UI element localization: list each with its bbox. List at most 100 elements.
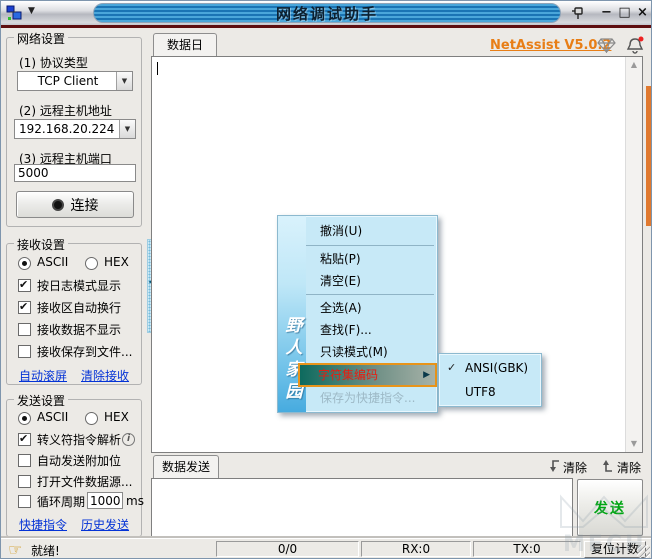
- title-bar: ▼ 网络调试助手 − □ ×: [1, 1, 651, 25]
- brand-vertical-text: 野人家园: [281, 316, 302, 404]
- submenu-item-utf8[interactable]: UTF8: [439, 380, 541, 404]
- resize-grip[interactable]: [637, 545, 650, 558]
- file-source-checkbox[interactable]: [18, 475, 31, 488]
- menu-item-clear[interactable]: 清空(E): [306, 270, 437, 292]
- pointing-hand-icon: ☞: [8, 540, 23, 559]
- check-icon: ✓: [447, 361, 457, 374]
- send-button[interactable]: 发送: [577, 479, 643, 536]
- host-value: 192.168.20.224: [19, 122, 115, 136]
- menu-item-undo[interactable]: 撤消(U): [306, 219, 437, 243]
- send-hex-radio[interactable]: [85, 412, 98, 425]
- clear-send-button[interactable]: 清除: [617, 459, 641, 476]
- host-combobox[interactable]: 192.168.20.224 ▼: [14, 119, 136, 139]
- clear-receive-arrow-icon[interactable]: [546, 459, 561, 473]
- version-link[interactable]: NetAssist V5.0.2: [490, 38, 611, 53]
- text-caret: [157, 62, 158, 75]
- info-icon[interactable]: i: [122, 433, 135, 446]
- protocol-label: (1) 协议类型: [19, 56, 88, 70]
- pin-icon[interactable]: [568, 4, 588, 22]
- send-textarea[interactable]: [151, 478, 573, 537]
- clear-send-arrow-icon[interactable]: [599, 459, 614, 473]
- clear-receive-button[interactable]: 清除: [563, 459, 587, 476]
- log-mode-checkbox[interactable]: [18, 278, 31, 292]
- protocol-value: TCP Client: [37, 74, 99, 88]
- app-icon[interactable]: [6, 5, 22, 21]
- maximize-button[interactable]: □: [616, 3, 633, 22]
- cycle-label: 循环周期: [37, 495, 86, 509]
- charset-encoding-label: 字符集编码: [318, 368, 379, 382]
- log-mode-label: 按日志模式显示: [37, 279, 122, 293]
- send-button-label: 发送: [594, 500, 626, 517]
- send-settings-group: 发送设置 ASCII HEX 转义符指令解析 i 自动发送附加位 打开文件数据源…: [6, 392, 144, 537]
- network-settings-group: 网络设置 (1) 协议类型 TCP Client ▼ (2) 远程主机地址 19…: [6, 30, 142, 227]
- window-title: 网络调试助手: [275, 4, 378, 23]
- charset-submenu: ✓ ANSI(GBK) UTF8: [438, 353, 542, 407]
- cycle-unit: ms: [126, 494, 144, 508]
- menu-item-select-all[interactable]: 全选(A): [306, 297, 437, 319]
- menu-item-readonly-mode[interactable]: 只读模式(M): [306, 341, 437, 363]
- save-to-file-checkbox[interactable]: [18, 345, 31, 358]
- send-ascii-radio[interactable]: [18, 412, 31, 425]
- escape-parse-checkbox[interactable]: [18, 432, 31, 446]
- chevron-down-icon[interactable]: ▼: [116, 72, 132, 90]
- menu-separator: [306, 245, 434, 246]
- hide-received-checkbox[interactable]: [18, 323, 31, 336]
- menu-item-paste[interactable]: 粘贴(P): [306, 248, 437, 270]
- title-plate: 网络调试助手: [93, 3, 561, 23]
- send-hex-label: HEX: [104, 410, 129, 424]
- clear-receive-link[interactable]: 清除接收: [81, 367, 129, 384]
- status-counter: 0/0: [216, 541, 359, 557]
- quick-commands-link[interactable]: 快捷指令: [19, 516, 67, 533]
- send-settings-title: 发送设置: [14, 392, 69, 409]
- tab-data-log[interactable]: 数据日志: [153, 33, 217, 74]
- cycle-checkbox[interactable]: [18, 495, 31, 508]
- auto-append-checkbox[interactable]: [18, 454, 31, 467]
- connect-button[interactable]: 连接: [16, 191, 134, 218]
- close-button[interactable]: ×: [634, 3, 651, 22]
- connection-status-icon: [51, 198, 64, 211]
- data-send-tab-label: 数据发送: [162, 460, 211, 474]
- chevron-down-icon[interactable]: ▼: [119, 120, 135, 138]
- connect-label: 连接: [70, 197, 99, 214]
- receive-ascii-label: ASCII: [37, 255, 69, 269]
- network-settings-title: 网络设置: [14, 30, 69, 47]
- utf8-label: UTF8: [465, 385, 496, 399]
- receive-settings-title: 接收设置: [14, 236, 69, 253]
- context-menu: 野人家园 撤消(U) 粘贴(P) 清空(E) 全选(A) 查找(F)... 只读…: [277, 215, 438, 413]
- log-scrollbar[interactable]: ▲ ▼: [625, 57, 642, 452]
- system-menu-caret-icon[interactable]: ▼: [28, 6, 35, 16]
- history-send-link[interactable]: 历史发送: [81, 516, 129, 533]
- host-label: (2) 远程主机地址: [19, 104, 112, 118]
- menu-item-find[interactable]: 查找(F)...: [306, 319, 437, 341]
- notification-dot: [638, 36, 644, 42]
- menu-item-charset-encoding[interactable]: 字符集编码 ▶: [298, 363, 437, 387]
- tab-data-send[interactable]: 数据发送: [153, 455, 219, 478]
- scroll-down-icon[interactable]: ▼: [626, 436, 642, 452]
- dock-edge-strip[interactable]: [646, 86, 651, 226]
- minimize-button[interactable]: −: [598, 3, 615, 22]
- receive-ascii-radio[interactable]: [18, 257, 31, 270]
- auto-wrap-checkbox[interactable]: [18, 300, 31, 314]
- receive-hex-label: HEX: [104, 255, 129, 269]
- auto-scroll-link[interactable]: 自动滚屏: [19, 367, 67, 384]
- receive-settings-group: 接收设置 ASCII HEX 按日志模式显示 接收区自动换行 接收数据不显示 接…: [6, 236, 142, 385]
- scroll-up-icon[interactable]: ▲: [626, 57, 642, 73]
- menu-item-save-quick-command[interactable]: 保存为快捷指令...: [306, 387, 437, 409]
- bell-icon[interactable]: [625, 36, 645, 54]
- app-window: ▼ 网络调试助手 − □ × 网络设置 (1) 协议类型 TCP Client …: [0, 0, 652, 559]
- hide-received-label: 接收数据不显示: [37, 323, 122, 337]
- receive-hex-radio[interactable]: [85, 257, 98, 270]
- status-ready-text: 就绪!: [31, 544, 60, 558]
- status-bar: ☞ 就绪! 0/0 RX:0 TX:0 复位计数: [1, 538, 651, 559]
- cycle-input[interactable]: [87, 492, 123, 509]
- port-input[interactable]: [14, 164, 136, 182]
- submenu-item-ansi-gbk[interactable]: ✓ ANSI(GBK): [439, 356, 541, 380]
- protocol-combobox[interactable]: TCP Client ▼: [17, 71, 133, 91]
- gem-icon[interactable]: [597, 38, 616, 53]
- save-to-file-label: 接收保存到文件...: [37, 345, 133, 359]
- auto-append-label: 自动发送附加位: [37, 454, 122, 468]
- menu-separator: [306, 294, 434, 295]
- send-ascii-label: ASCII: [37, 410, 69, 424]
- status-tx: TX:0: [473, 541, 581, 557]
- menu-items: 撤消(U) 粘贴(P) 清空(E) 全选(A) 查找(F)... 只读模式(M)…: [298, 216, 437, 412]
